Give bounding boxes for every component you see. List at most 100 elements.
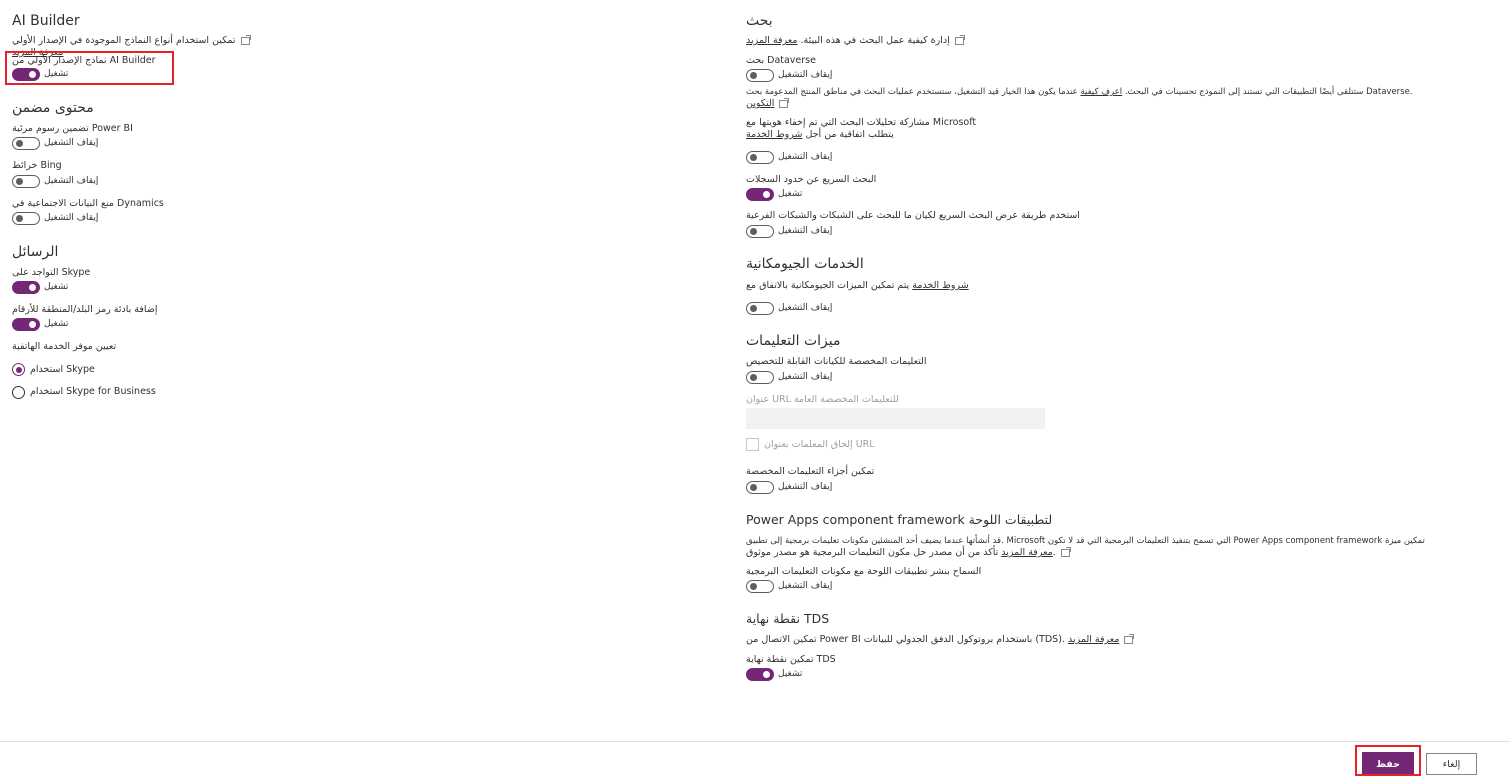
help-url-label: عنوان URL للتعليمات المخصصة العامة xyxy=(746,394,899,405)
search-desc-text: إدارة كيفية عمل البحث في هذه البيئة. xyxy=(800,35,950,46)
country-code-state: تشغيل xyxy=(44,319,69,329)
ai-builder-description: تمكين استخدام أنواع النماذج الموجودة في … xyxy=(12,34,252,47)
footer-divider xyxy=(0,741,1510,742)
share-analytics-label: مشاركة تحليلات البحث التي تم إخفاء هويته… xyxy=(746,117,977,128)
toggle-knob xyxy=(750,228,757,235)
quick-view-toggle[interactable] xyxy=(746,225,774,238)
external-link-icon xyxy=(1124,633,1135,644)
telephony-provider-label: تعيين موفر الخدمة الهاتفية xyxy=(12,341,117,352)
bing-maps-label: خرائط Bing xyxy=(12,160,62,171)
toggle-knob xyxy=(750,305,757,312)
append-params-checkbox[interactable] xyxy=(746,438,759,451)
tds-toggle[interactable] xyxy=(746,668,774,681)
toggle-knob xyxy=(763,191,770,198)
toggle-knob xyxy=(16,215,23,222)
toggle-knob xyxy=(750,72,757,79)
share-analytics-toggle[interactable] xyxy=(746,151,774,164)
embed-powerbi-state: إيقاف التشغيل xyxy=(44,138,99,148)
pcf-toggle-label: السماح بنشر تطبيقات اللوحة مع مكونات الت… xyxy=(746,566,982,577)
embed-powerbi-label: تضمين رسوم مرئية Power BI xyxy=(12,123,133,134)
radio-skype-business[interactable] xyxy=(12,386,25,399)
geospatial-toggle[interactable] xyxy=(746,302,774,315)
custom-help-state: إيقاف التشغيل xyxy=(778,372,833,382)
ai-builder-heading: AI Builder xyxy=(12,13,80,29)
external-link-icon xyxy=(779,97,790,108)
pcf-description-2: معرفة المزيد تأكد من أن مصدر حل مكون الت… xyxy=(746,546,1072,559)
geospatial-heading: الخدمات الجيومكانية xyxy=(746,256,864,272)
toggle-knob xyxy=(29,284,36,291)
social-data-state: إيقاف التشغيل xyxy=(44,213,99,223)
share-analytics-sub: يتطلب اتفاقية من أجل شروط الخدمة xyxy=(746,129,894,141)
radio-skype-business-label: استخدام Skype for Business xyxy=(30,386,156,397)
tds-learn-more-link[interactable]: معرفة المزيد xyxy=(1068,634,1119,645)
pcf-description: قد أنشأتها عندما يضيف أحد المنشئين مكونا… xyxy=(746,536,1425,546)
external-link-icon xyxy=(954,34,965,45)
toggle-knob xyxy=(750,484,757,491)
share-sub-text: يتطلب اتفاقية من أجل xyxy=(805,129,894,140)
help-features-heading: ميزات التعليمات xyxy=(746,333,841,349)
config-link[interactable]: التكوين xyxy=(746,98,774,109)
dataverse-note-text: ستتلقى أيضًا التطبيقات التي تستند إلى ال… xyxy=(1124,87,1364,97)
toggle-knob xyxy=(29,321,36,328)
embed-powerbi-toggle[interactable] xyxy=(12,137,40,150)
dataverse-note: ستتلقى أيضًا التطبيقات التي تستند إلى ال… xyxy=(746,86,1413,98)
quick-find-label: البحث السريع عن حدود السجلات xyxy=(746,174,877,185)
dataverse-search-label: بحث Dataverse xyxy=(746,55,816,66)
geo-desc-text: يتم تمكين الميزات الجيومكانية بالاتفاق م… xyxy=(746,280,910,291)
dataverse-search-toggle[interactable] xyxy=(746,69,774,82)
pcf-heading: Power Apps component framework لتطبيقات … xyxy=(746,512,1053,527)
toggle-knob xyxy=(750,154,757,161)
help-url-input[interactable] xyxy=(746,408,1045,429)
geospatial-state: إيقاف التشغيل xyxy=(778,303,833,313)
toggle-knob xyxy=(16,178,23,185)
radio-skype-label: استخدام Skype xyxy=(30,364,95,375)
highlight-box-save xyxy=(1355,745,1421,776)
terms-link[interactable]: شروط الخدمة xyxy=(746,129,802,140)
country-code-toggle[interactable] xyxy=(12,318,40,331)
append-params-label: إلحاق المعلمات بعنوان URL xyxy=(764,439,875,450)
quick-view-state: إيقاف التشغيل xyxy=(778,226,833,236)
highlight-box-ai-builder xyxy=(5,51,174,85)
pcf-learn-more-link[interactable]: معرفة المزيد xyxy=(1001,547,1052,558)
pcf-toggle[interactable] xyxy=(746,580,774,593)
dataverse-search-state: إيقاف التشغيل xyxy=(778,70,833,80)
skype-presence-label: التواجد على Skype xyxy=(12,267,91,278)
skype-presence-toggle[interactable] xyxy=(12,281,40,294)
quick-view-label: استخدم طريقة عرض البحث السريع لكيان ما ل… xyxy=(746,210,1080,221)
toggle-knob xyxy=(750,583,757,590)
custom-help-label: التعليمات المخصصة للكيانات القابلة للتخص… xyxy=(746,356,927,367)
geospatial-description: شروط الخدمة يتم تمكين الميزات الجيومكاني… xyxy=(746,280,969,292)
search-learn-more-link[interactable]: معرفة المزيد xyxy=(746,35,797,46)
toggle-knob xyxy=(16,140,23,147)
social-data-label: منع البيانات الاجتماعية في Dynamics xyxy=(12,198,164,209)
bing-maps-toggle[interactable] xyxy=(12,175,40,188)
geo-terms-link[interactable]: شروط الخدمة xyxy=(912,280,968,291)
quick-find-toggle[interactable] xyxy=(746,188,774,201)
country-code-label: إضافة بادئة رمز البلد/المنطقة للأرقام xyxy=(12,304,158,315)
cancel-button[interactable]: إلغاء xyxy=(1426,753,1477,775)
messages-heading: الرسائل xyxy=(12,244,59,260)
external-link-icon xyxy=(1060,546,1071,557)
toggle-knob xyxy=(763,671,770,678)
quick-find-state: تشغيل xyxy=(778,189,803,199)
tds-description: تمكين الاتصال من Power BI باستخدام بروتو… xyxy=(746,633,1135,646)
radio-skype[interactable] xyxy=(12,363,25,376)
toggle-knob xyxy=(750,374,757,381)
help-panes-label: تمكين أجزاء التعليمات المخصصة xyxy=(746,466,875,477)
social-data-toggle[interactable] xyxy=(12,212,40,225)
share-analytics-state: إيقاف التشغيل xyxy=(778,152,833,162)
external-link-icon xyxy=(240,34,251,45)
learn-how-link[interactable]: اعرف كيفية xyxy=(1080,87,1122,97)
tds-state: تشغيل xyxy=(778,669,803,679)
search-heading: بحث xyxy=(746,13,773,29)
config-link-row[interactable]: التكوين xyxy=(746,97,790,110)
bing-maps-state: إيقاف التشغيل xyxy=(44,176,99,186)
embedded-content-heading: محتوى مضمن xyxy=(12,100,94,116)
tds-desc-text: تمكين الاتصال من Power BI باستخدام بروتو… xyxy=(746,634,1065,645)
ai-builder-desc-text: تمكين استخدام أنواع النماذج الموجودة في … xyxy=(12,35,236,46)
tds-heading: نقطة نهاية TDS xyxy=(746,611,830,626)
tds-toggle-label: تمكين نقطة نهاية TDS xyxy=(746,654,836,665)
custom-help-toggle[interactable] xyxy=(746,371,774,384)
help-panes-toggle[interactable] xyxy=(746,481,774,494)
help-panes-state: إيقاف التشغيل xyxy=(778,482,833,492)
